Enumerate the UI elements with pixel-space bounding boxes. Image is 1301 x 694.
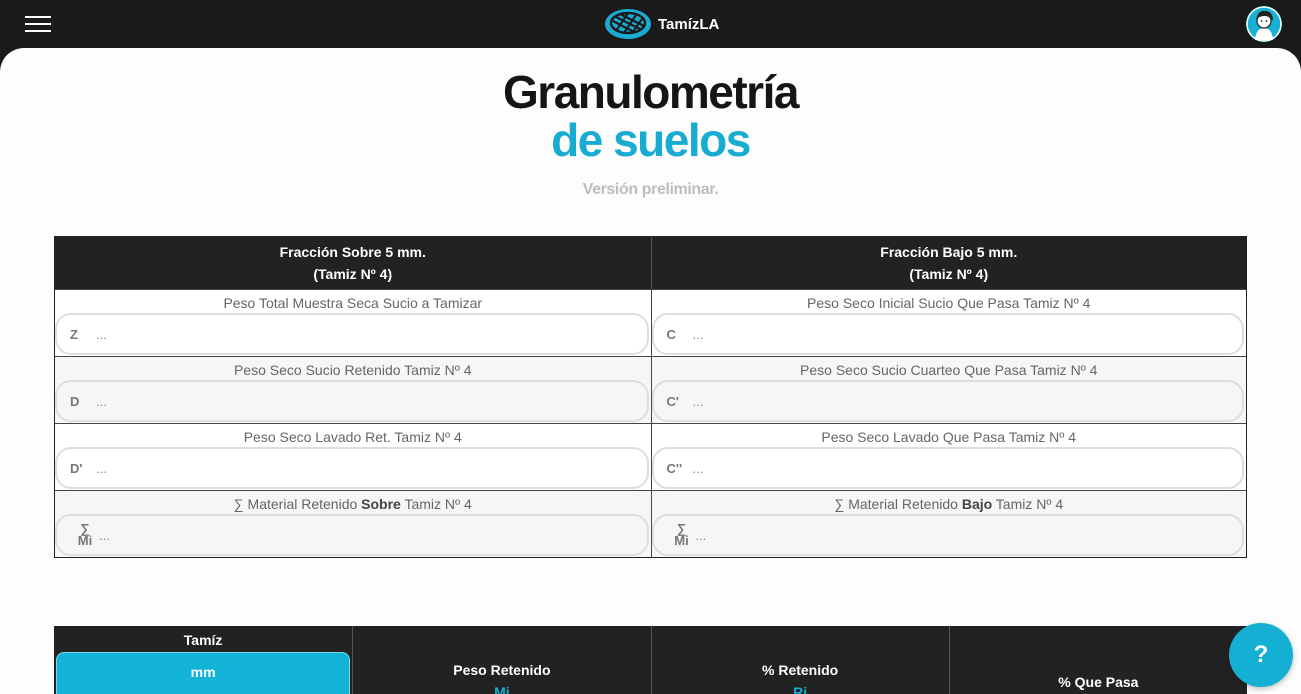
field-label: Peso Seco Lavado Que Pasa Tamiz Nº 4 [821, 429, 1077, 445]
column-weight-retained: Peso Retenido Mi [352, 626, 650, 694]
input-sum-under[interactable]: ∑ Mi ... [651, 514, 1244, 556]
column-sieve: Tamíz mm [54, 626, 352, 694]
page-title-accent: de suelos [551, 114, 751, 166]
cell-sum-over: ∑ Material Retenido Sobre Tamiz Nº 4 ∑ Mi… [55, 491, 651, 557]
input-sum-over[interactable]: ∑ Mi ... [55, 514, 649, 556]
sieve-results-table: Tamíz mm Peso Retenido Mi % Retenido Ri … [54, 626, 1247, 694]
column-percent-retained: % Retenido Ri [650, 626, 949, 694]
fraction-table-header: Fracción Sobre 5 mm. (Tamiz Nº 4) Fracci… [55, 237, 1246, 289]
column-header-percent-retained: % Retenido [762, 662, 839, 678]
cell-d-prime: Peso Seco Lavado Ret. Tamiz Nº 4 D' ... [55, 424, 651, 490]
column-header-percent-passing: % Que Pasa [1058, 674, 1139, 690]
field-label: Peso Total Muestra Seca Sucio a Tamizar [223, 295, 483, 311]
brand-name: TamízLA [658, 15, 720, 33]
table-row: Peso Total Muestra Seca Sucio a Tamizar … [55, 289, 1246, 356]
field-label: Peso Seco Sucio Cuarteo Que Pasa Tamiz N… [800, 362, 1098, 378]
hamburger-menu-icon[interactable] [25, 14, 51, 34]
column-header-weight: Peso Retenido [453, 662, 551, 678]
fraction-input-table: Fracción Sobre 5 mm. (Tamiz Nº 4) Fracci… [54, 236, 1247, 558]
table-row: Peso Seco Lavado Ret. Tamiz Nº 4 D' ... … [55, 423, 1246, 490]
table-row: ∑ Material Retenido Sobre Tamiz Nº 4 ∑ Mi… [55, 490, 1246, 557]
help-button[interactable]: ? [1229, 623, 1293, 687]
main-content: Granulometría de suelos Versión prelimin… [0, 48, 1301, 694]
version-note: Versión preliminar. [582, 181, 719, 198]
input-z[interactable]: Z ... [55, 313, 649, 355]
brand[interactable]: TamízLA [604, 7, 719, 41]
column-header-sieve: Tamíz [183, 632, 223, 648]
field-label: Peso Seco Inicial Sucio Que Pasa Tamiz N… [807, 295, 1091, 311]
user-avatar-icon[interactable] [1246, 6, 1282, 42]
input-c[interactable]: C ... [651, 313, 1244, 355]
cell-c-double-prime: Peso Seco Lavado Que Pasa Tamiz Nº 4 C''… [650, 424, 1246, 490]
field-label: ∑ Material Retenido Sobre Tamiz Nº 4 [233, 496, 472, 512]
input-d[interactable]: D ... [55, 380, 649, 422]
column-sub-weight: Mi [494, 684, 510, 694]
input-d-prime[interactable]: D' ... [55, 447, 649, 489]
input-c-prime[interactable]: C' ... [651, 380, 1244, 422]
input-c-double-prime[interactable]: C'' ... [651, 447, 1244, 489]
cell-sum-under: ∑ Material Retenido Bajo Tamiz Nº 4 ∑ Mi … [650, 491, 1246, 557]
top-navbar: TamízLA [0, 0, 1301, 48]
page-title: Granulometría [503, 66, 799, 118]
header-fraction-under: Fracción Bajo 5 mm. (Tamiz Nº 4) [650, 237, 1247, 289]
unit-mm-button[interactable]: mm [56, 652, 351, 694]
column-percent-passing: % Que Pasa [948, 626, 1247, 694]
cell-d: Peso Seco Sucio Retenido Tamiz Nº 4 D ..… [55, 357, 651, 423]
field-label: Peso Seco Lavado Ret. Tamiz Nº 4 [243, 429, 462, 445]
field-label: Peso Seco Sucio Retenido Tamiz Nº 4 [233, 362, 472, 378]
sieve-mesh-icon [605, 9, 651, 39]
cell-c: Peso Seco Inicial Sucio Que Pasa Tamiz N… [650, 290, 1246, 356]
column-sub-percent-retained: Ri [793, 684, 808, 694]
cell-c-prime: Peso Seco Sucio Cuarteo Que Pasa Tamiz N… [650, 357, 1246, 423]
table-row: Peso Seco Sucio Retenido Tamiz Nº 4 D ..… [55, 356, 1246, 423]
field-label: ∑ Material Retenido Bajo Tamiz Nº 4 [834, 496, 1064, 512]
header-fraction-over: Fracción Sobre 5 mm. (Tamiz Nº 4) [279, 244, 426, 282]
cell-z: Peso Total Muestra Seca Sucio a Tamizar … [55, 290, 651, 356]
